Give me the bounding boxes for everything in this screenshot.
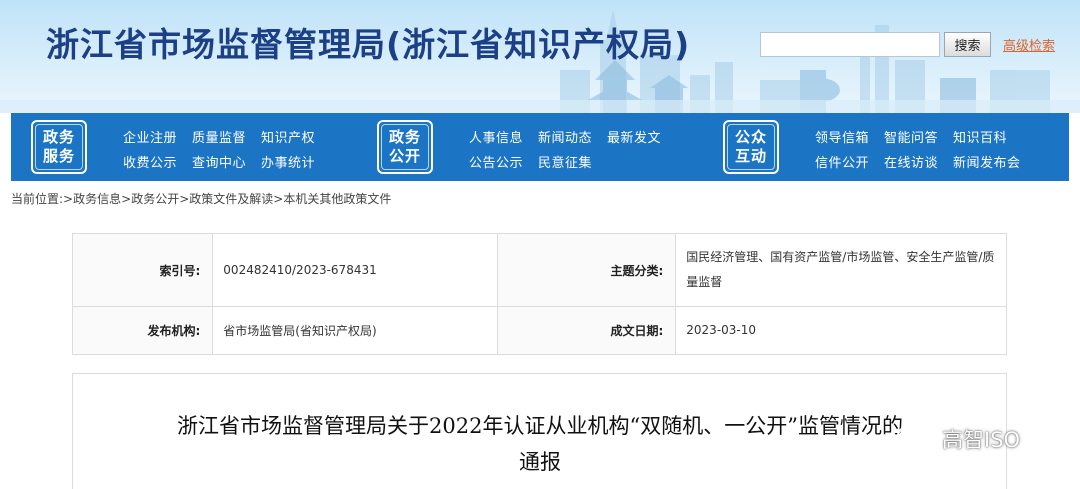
nav-badge-frame: 公众 互动 xyxy=(727,124,775,170)
publisher-label: 发布机构: xyxy=(71,306,214,355)
nav-link-personnel-info[interactable]: 人事信息 xyxy=(469,127,523,146)
nav-link-quality-supervision[interactable]: 质量监督 xyxy=(192,127,246,146)
nav-link-leader-mailbox[interactable]: 领导信箱 xyxy=(815,127,869,146)
nav-badge-line: 公开 xyxy=(388,147,421,165)
document-title: 浙江省市场监督管理局关于2022年认证从业机构“双随机、一公开”监管情况的 通报 xyxy=(100,408,980,480)
breadcrumb: 当前位置:>政务信息>政务公开>政策文件及解读>本机关其他政策文件 xyxy=(11,190,391,207)
document-title-line: 通报 xyxy=(519,450,561,474)
advanced-search-link[interactable]: 高级检索 xyxy=(1003,35,1055,54)
breadcrumb-prefix: 当前位置: xyxy=(11,192,64,206)
nav-badge-frame: 政务 服务 xyxy=(35,124,83,170)
topic-category-value: 国民经济管理、国有资产监管/市场监管、安全生产监管/质量监督 xyxy=(675,233,1007,307)
nav-link-announcements[interactable]: 公告公示 xyxy=(469,152,523,171)
metadata-row: 发布机构: 省市场监管局(省知识产权局) 成文日期: 2023-03-10 xyxy=(71,306,1007,355)
breadcrumb-item-other-policy-files[interactable]: 本机关其他政策文件 xyxy=(283,192,391,206)
metadata-row: 索引号: 002482410/2023-678431 主题分类: 国民经济管理、… xyxy=(71,233,1007,307)
index-number-label: 索引号: xyxy=(71,233,214,307)
nav-link-latest-documents[interactable]: 最新发文 xyxy=(607,127,661,146)
nav-link-smart-qa[interactable]: 智能问答 xyxy=(884,127,938,146)
nav-badge-line: 互动 xyxy=(734,147,767,165)
wechat-icon xyxy=(896,424,933,453)
document-title-line: 浙江省市场监督管理局关于2022年认证从业机构“双随机、一公开”监管情况的 xyxy=(177,414,903,438)
topic-category-label: 主题分类: xyxy=(496,233,677,307)
breadcrumb-item-government-disclosure[interactable]: 政务公开 xyxy=(131,192,179,206)
nav-link-enterprise-registration[interactable]: 企业注册 xyxy=(123,127,177,146)
nav-link-public-letters[interactable]: 信件公开 xyxy=(815,152,869,171)
nav-badge-public-interaction[interactable]: 公众 互动 xyxy=(723,120,779,174)
nav-badge-government-services[interactable]: 政务 服务 xyxy=(31,120,87,174)
breadcrumb-item-government-info[interactable]: 政务信息 xyxy=(73,192,121,206)
search-button[interactable]: 搜索 xyxy=(944,32,991,57)
nav-link-fee-disclosure[interactable]: 收费公示 xyxy=(123,152,177,171)
search-input[interactable] xyxy=(760,32,940,57)
document-metadata-table: 索引号: 002482410/2023-678431 主题分类: 国民经济管理、… xyxy=(71,233,1007,355)
breadcrumb-item-policy-documents[interactable]: 政策文件及解读 xyxy=(189,192,273,206)
written-date-value: 2023-03-10 xyxy=(675,306,1007,355)
breadcrumb-separator: > xyxy=(273,192,284,206)
nav-link-online-interview[interactable]: 在线访谈 xyxy=(884,152,938,171)
nav-link-service-statistics[interactable]: 办事统计 xyxy=(261,152,315,171)
nav-link-press-conference[interactable]: 新闻发布会 xyxy=(953,152,1021,171)
nav-badge-line: 政务 xyxy=(42,128,75,146)
nav-link-query-center[interactable]: 查询中心 xyxy=(192,152,246,171)
publisher-value: 省市场监管局(省知识产权局) xyxy=(212,306,498,355)
watermark-text: 高智ISO xyxy=(942,428,1021,452)
written-date-label: 成文日期: xyxy=(496,306,677,355)
nav-badge-line: 政务 xyxy=(388,128,421,146)
breadcrumb-separator: > xyxy=(179,192,190,206)
breadcrumb-separator: > xyxy=(63,192,74,206)
nav-link-intellectual-property[interactable]: 知识产权 xyxy=(261,127,315,146)
breadcrumb-separator: > xyxy=(121,192,132,206)
nav-badge-frame: 政务 公开 xyxy=(381,124,429,170)
site-title: 浙江省市场监督管理局(浙江省知识产权局) xyxy=(46,25,691,64)
watermark: 高智ISO xyxy=(896,424,1020,454)
site-header: 浙江省市场监督管理局(浙江省知识产权局) 搜索 高级检索 xyxy=(0,0,1080,113)
nav-badge-government-disclosure[interactable]: 政务 公开 xyxy=(377,120,433,174)
nav-badge-line: 公众 xyxy=(734,128,767,146)
nav-badge-line: 服务 xyxy=(42,147,75,165)
nav-link-knowledge-base[interactable]: 知识百科 xyxy=(953,127,1007,146)
nav-link-public-opinion[interactable]: 民意征集 xyxy=(538,152,592,171)
nav-link-news[interactable]: 新闻动态 xyxy=(538,127,592,146)
index-number-value: 002482410/2023-678431 xyxy=(212,233,498,307)
main-nav: 政务 服务 企业注册 质量监督 知识产权 收费公示 查询中心 办事统计 政务 公… xyxy=(11,113,1069,181)
